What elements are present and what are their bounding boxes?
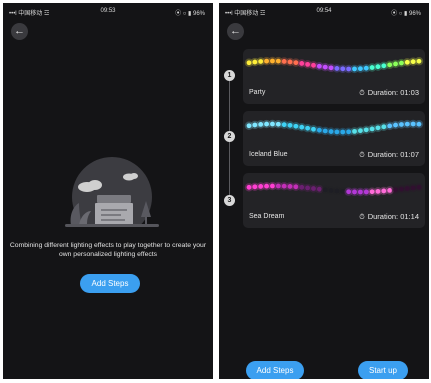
light-strip-preview (244, 56, 424, 74)
light-strip-preview (244, 119, 424, 137)
step-name: Sea Dream (249, 213, 285, 220)
light-dot (393, 61, 398, 67)
light-dot (252, 122, 258, 128)
light-dot (352, 128, 357, 134)
step-number-1: 1 (224, 70, 235, 81)
step-name: Party (249, 89, 266, 96)
light-dot (299, 124, 305, 130)
light-dot (328, 65, 334, 71)
light-dot (287, 59, 293, 65)
step-card-party[interactable]: Party ⏱ Duration: 01:03 (243, 49, 425, 104)
light-dot (322, 187, 328, 193)
empty-state-description: Combining different lighting effects to … (9, 242, 207, 258)
start-up-button[interactable]: Start up (358, 361, 408, 379)
arrow-left-icon: ← (14, 25, 25, 37)
step-duration-text: Duration: 01:14 (367, 212, 419, 221)
light-dot (357, 128, 363, 134)
light-dot (293, 184, 299, 190)
light-dot (305, 125, 311, 131)
light-dot (375, 188, 381, 194)
light-dot (393, 122, 398, 128)
light-dot (299, 184, 305, 190)
light-dot (416, 58, 422, 64)
light-dot (311, 186, 316, 191)
light-dot (316, 63, 322, 69)
light-dot (369, 126, 375, 132)
back-button[interactable]: ← (11, 23, 28, 40)
light-dot (357, 66, 363, 72)
light-dot (281, 122, 287, 128)
light-dot (305, 61, 311, 67)
light-dot (346, 129, 352, 135)
light-dot (387, 123, 393, 129)
light-dot (316, 186, 322, 192)
steps-list-screen: •••l 中国移动 ☲ 09:54 ⦿ ○ ▮ 96% ← 1 2 3 Part… (219, 3, 429, 379)
light-dot (293, 60, 299, 66)
status-bar: •••l 中国移动 ☲ 09:54 ⦿ ○ ▮ 96% (219, 3, 429, 19)
light-dot (246, 184, 252, 190)
step-duration: ⏱ Duration: 01:07 (359, 150, 419, 160)
light-dot (311, 62, 316, 68)
light-dot (399, 60, 404, 66)
light-dot (316, 127, 322, 133)
stopwatch-icon: ⏱ (359, 90, 365, 97)
light-dot (381, 188, 387, 194)
step-number-3: 3 (224, 195, 235, 206)
light-dot (363, 65, 369, 71)
light-dot (393, 187, 398, 193)
light-dot (281, 59, 287, 64)
stopwatch-icon: ⏱ (359, 152, 365, 159)
light-dot (375, 64, 381, 70)
light-dot (387, 62, 393, 68)
step-duration: ⏱ Duration: 01:03 (359, 88, 419, 98)
light-dot (299, 61, 305, 66)
light-dot (404, 186, 410, 191)
light-dot (334, 188, 340, 194)
light-dot (410, 185, 416, 191)
add-steps-button[interactable]: Add Steps (246, 361, 304, 379)
empty-scene-illustration (57, 157, 167, 235)
light-dot (252, 184, 258, 190)
empty-state-screen: •••l 中国移动 ☲ 09:53 ⦿ ○ ▮ 96% ← Combining … (3, 3, 213, 379)
light-dot (399, 186, 404, 192)
light-dot (369, 65, 375, 70)
step-duration-text: Duration: 01:07 (367, 150, 419, 159)
light-dot (404, 59, 410, 65)
stopwatch-icon: ⏱ (359, 214, 365, 221)
light-dot (275, 121, 281, 127)
step-number-2: 2 (224, 131, 235, 142)
light-dot (416, 184, 422, 190)
light-dot (381, 63, 387, 69)
light-dot (410, 59, 416, 65)
light-dot (381, 124, 387, 130)
battery-label: ⦿ ○ ▮ 96% (175, 11, 205, 17)
step-name: Iceland Blue (249, 151, 288, 158)
light-dot (375, 125, 381, 131)
light-dot (322, 128, 328, 134)
light-strip-preview (244, 181, 424, 197)
arrow-left-icon: ← (230, 25, 241, 37)
light-dot (246, 60, 252, 66)
light-dot (311, 126, 316, 132)
light-dot (293, 123, 299, 129)
status-bar: •••l 中国移动 ☲ 09:53 ⦿ ○ ▮ 96% (3, 3, 213, 19)
light-dot (363, 127, 369, 133)
step-card-iceland-blue[interactable]: Iceland Blue ⏱ Duration: 01:07 (243, 111, 425, 166)
light-dot (252, 59, 258, 65)
light-dot (322, 64, 328, 70)
back-button[interactable]: ← (227, 23, 244, 40)
light-dot (328, 188, 334, 193)
step-card-sea-dream[interactable]: Sea Dream ⏱ Duration: 01:14 (243, 173, 425, 228)
light-dot (246, 123, 252, 129)
add-steps-button[interactable]: Add Steps (80, 274, 140, 293)
light-dot (387, 187, 393, 193)
light-dot (305, 185, 311, 191)
light-dot (287, 184, 293, 189)
light-dot (287, 122, 293, 128)
battery-label: ⦿ ○ ▮ 96% (391, 11, 421, 17)
light-dot (416, 121, 422, 127)
step-duration: ⏱ Duration: 01:14 (359, 212, 419, 222)
step-duration-text: Duration: 01:03 (367, 88, 419, 97)
